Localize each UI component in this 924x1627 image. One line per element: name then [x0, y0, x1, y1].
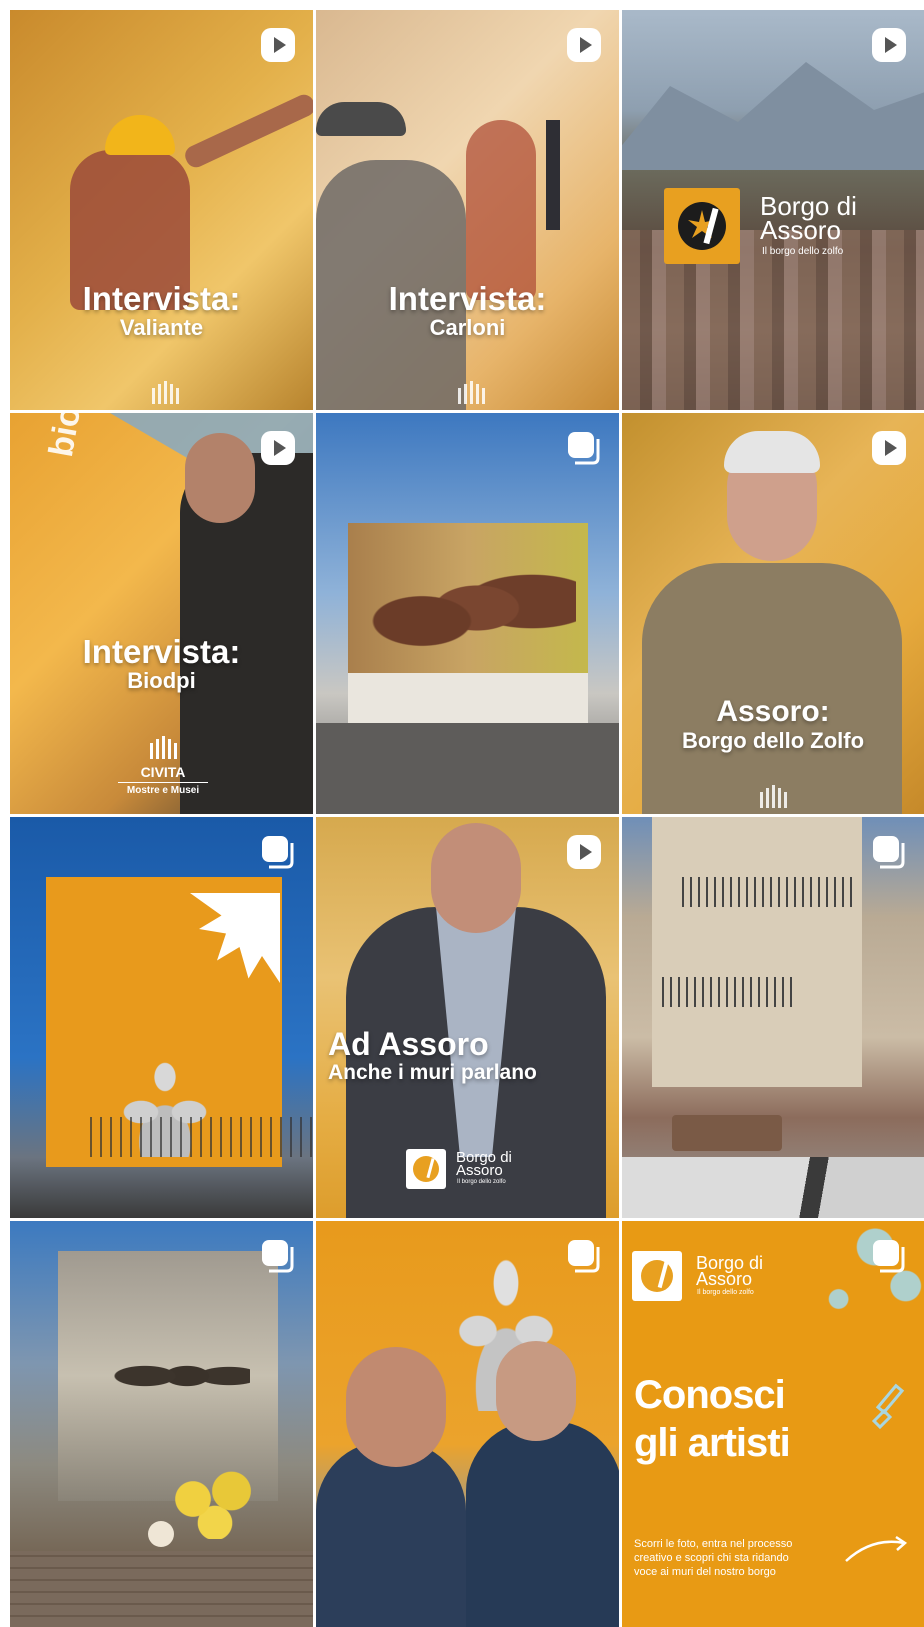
civita-mark-icon	[760, 785, 787, 808]
street	[316, 723, 619, 814]
carousel-icon	[262, 836, 294, 869]
miner-figures	[356, 543, 576, 673]
post-tile-borgo-di-assoro[interactable]: Borgo di Assoro Il borgo dello zolfo	[622, 10, 924, 413]
logo-tagline: Il borgo dello zolfo	[697, 1289, 754, 1296]
body-line: creativo e scopri chi sta ridando	[634, 1552, 789, 1564]
mountain-range	[622, 62, 924, 170]
post-tile-orange-wall-mural[interactable]	[10, 817, 316, 1221]
sidewalk	[622, 1157, 924, 1218]
reel-play-icon	[261, 28, 295, 62]
paintbrush-icon	[871, 1383, 905, 1430]
logo-line2: Assoro	[696, 1269, 753, 1289]
mural-silhouette	[466, 120, 536, 300]
post-caption: Intervista: Valiante	[10, 282, 313, 340]
body-line: Scorri le foto, entra nel processo	[634, 1538, 793, 1550]
man-left-head	[346, 1347, 446, 1467]
headline-line1: Conosci	[634, 1373, 786, 1417]
street-railing	[90, 1117, 313, 1157]
reel-play-icon	[567, 835, 601, 869]
caption-title: Intervista:	[82, 633, 241, 670]
man-coat	[642, 563, 902, 814]
carousel-icon	[873, 1240, 905, 1273]
man-left	[316, 1441, 466, 1627]
painter-cap	[316, 102, 406, 136]
stone-wall	[10, 1551, 313, 1627]
post-tile-street-mine-cart[interactable]	[622, 817, 924, 1221]
caption-subtitle: Anche i muri parlano	[328, 1061, 537, 1084]
headline-line2: gli artisti	[634, 1421, 791, 1465]
caption-title: Assoro:	[716, 695, 830, 728]
sulfur-rocks	[160, 1459, 270, 1539]
post-tile-miners-mural[interactable]	[316, 413, 622, 817]
logo-line2: Assoro	[456, 1162, 503, 1179]
caption-subtitle: Biodpi	[127, 668, 196, 693]
man-right-head	[496, 1341, 576, 1441]
building-base	[348, 673, 588, 723]
man-head	[431, 823, 521, 933]
post-tile-intervista-biodpi[interactable]: biodpi Intervista: Biodpi CIVITA Mostre …	[10, 413, 316, 817]
mural-dark-stroke	[546, 120, 560, 230]
reel-play-icon	[872, 431, 906, 465]
caption-title: Intervista:	[82, 280, 241, 317]
caption-subtitle: Valiante	[119, 315, 204, 340]
post-tile-intervista-carloni[interactable]: Intervista: Carloni	[316, 10, 622, 413]
artist-head	[185, 433, 255, 523]
post-caption: Ad Assoro Anche i muri parlano	[328, 1027, 619, 1085]
reel-play-icon	[872, 28, 906, 62]
civita-name: CIVITA	[140, 764, 186, 780]
post-caption: Assoro: Borgo dello Zolfo	[622, 695, 924, 753]
worker-arm	[181, 91, 313, 171]
building-facade	[652, 817, 862, 1087]
post-body: Scorri le foto, entra nel processo creat…	[634, 1537, 792, 1579]
post-caption: Intervista: Carloni	[316, 282, 619, 340]
post-caption: Intervista: Biodpi	[10, 635, 313, 693]
carousel-icon	[568, 432, 600, 465]
street-lamp	[148, 1521, 174, 1547]
man-right	[466, 1421, 619, 1627]
profile-post-grid: Intervista: Valiante Intervista: Carloni	[10, 10, 924, 1627]
reel-play-icon	[261, 431, 295, 465]
man-hair	[724, 431, 820, 473]
balcony-upper	[682, 877, 852, 907]
logo-line2: Assoro	[760, 215, 841, 245]
sun-pickaxe-icon	[641, 1260, 673, 1292]
post-tile-donkeys-mural[interactable]	[10, 1221, 316, 1627]
borgo-logo-mark	[406, 1149, 446, 1189]
balcony-lower	[662, 977, 792, 1007]
arrow-right-icon	[845, 1535, 908, 1562]
civita-logo: CIVITA Mostre e Musei	[118, 733, 208, 796]
hard-hat	[105, 115, 175, 155]
post-tile-intervista-valiante[interactable]: Intervista: Valiante	[10, 10, 316, 413]
logo-tagline: Il borgo dello zolfo	[457, 1179, 506, 1185]
carousel-icon	[568, 1240, 600, 1273]
donkeys	[110, 1341, 250, 1411]
post-tile-two-men-selfie[interactable]	[316, 1221, 622, 1627]
carousel-icon	[873, 836, 905, 869]
sun-pickaxe-icon	[678, 202, 726, 250]
body-line: voce ai muri del nostro borgo	[634, 1566, 776, 1578]
civita-mark-icon	[152, 381, 179, 404]
borgo-logo-mark	[632, 1251, 682, 1301]
post-tile-conosci-gli-artisti[interactable]: Borgo di Assoro Il borgo dello zolfo Con…	[622, 1221, 924, 1627]
reel-play-icon	[567, 28, 601, 62]
civita-tag: Mostre e Musei	[118, 782, 208, 796]
post-headline: Conosci gli artisti	[634, 1371, 791, 1467]
caption-title: Intervista:	[388, 280, 547, 317]
post-tile-ad-assoro[interactable]: Ad Assoro Anche i muri parlano Borgo di …	[316, 817, 622, 1221]
civita-mark-icon	[150, 736, 177, 759]
carousel-icon	[262, 1240, 294, 1273]
post-tile-assoro-borgo-dello-zolfo[interactable]: Assoro: Borgo dello Zolfo	[622, 413, 924, 817]
sun-pickaxe-icon	[413, 1156, 439, 1182]
wall-text: biodpi	[42, 413, 98, 460]
caption-title: Ad Assoro	[328, 1026, 489, 1062]
logo-tagline: Il borgo dello zolfo	[762, 246, 844, 257]
caption-subtitle: Borgo dello Zolfo	[681, 728, 865, 753]
civita-mark-icon	[458, 381, 485, 404]
caption-subtitle: Carloni	[429, 315, 506, 340]
borgo-logo-mark	[664, 188, 740, 264]
mine-cart-mural	[672, 1115, 782, 1151]
